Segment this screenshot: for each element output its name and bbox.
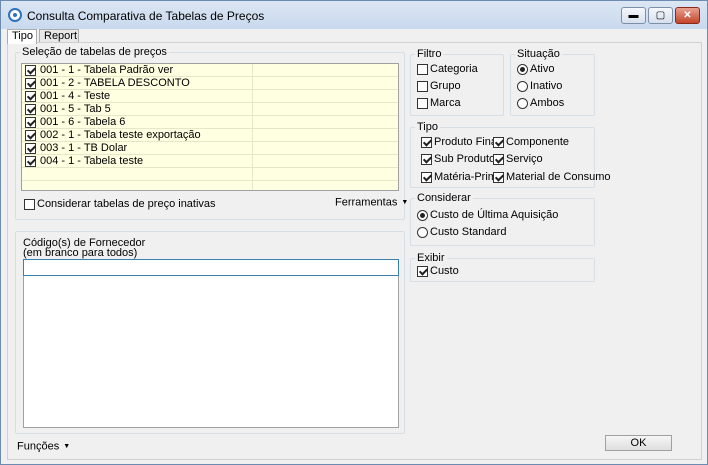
situacao-label: Situação <box>515 48 562 60</box>
materia-prima-checkbox[interactable] <box>421 172 432 183</box>
price-table-label: 001 - 5 - Tab 5 <box>40 103 111 115</box>
categoria-label: Categoria <box>430 63 478 75</box>
price-table-label: 001 - 1 - Tabela Padrão ver <box>40 64 174 76</box>
sub-produto-label: Sub Produto <box>434 153 496 165</box>
chevron-down-icon: ▼ <box>401 199 409 206</box>
price-tables-label: Seleção de tabelas de preços <box>20 46 169 58</box>
price-table-label: 001 - 4 - Teste <box>40 90 111 102</box>
ambos-radio[interactable] <box>517 98 528 109</box>
custo-standard-radio[interactable] <box>417 227 428 238</box>
price-table-label: 001 - 2 - TABELA DESCONTO <box>40 77 190 89</box>
inactive-tables-label: Considerar tabelas de preço inativas <box>37 198 216 210</box>
filtro-label: Filtro <box>415 48 444 60</box>
categoria-checkbox[interactable] <box>417 64 428 75</box>
functions-menu-button[interactable]: Funções ▼ <box>17 440 70 453</box>
price-tables-list[interactable]: 001 - 1 - Tabela Padrão ver 001 - 2 - TA… <box>21 63 399 191</box>
price-table-label: 001 - 6 - Tabela 6 <box>40 116 126 128</box>
custo-ultima-aquisicao-label: Custo de Última Aquisição <box>430 209 559 221</box>
material-consumo-checkbox[interactable] <box>493 172 504 183</box>
tools-menu-button[interactable]: Ferramentas ▼ <box>335 196 408 209</box>
main-window: Consulta Comparativa de Tabelas de Preço… <box>0 0 708 465</box>
list-item[interactable]: 001 - 6 - Tabela 6 <box>22 116 398 129</box>
list-item[interactable]: 003 - 1 - TB Dolar <box>22 142 398 155</box>
custo-label: Custo <box>430 265 459 277</box>
sub-produto-checkbox[interactable] <box>421 154 432 165</box>
custo-standard-label: Custo Standard <box>430 226 507 238</box>
tab-report[interactable]: Report <box>39 29 79 43</box>
ok-button[interactable]: OK <box>605 435 672 451</box>
considerar-label: Considerar <box>415 192 473 204</box>
ambos-label: Ambos <box>530 97 565 109</box>
inactive-tables-checkbox[interactable] <box>24 199 35 210</box>
supplier-list[interactable] <box>23 276 399 428</box>
checkbox-price-table[interactable] <box>25 91 36 102</box>
list-item[interactable]: 004 - 1 - Tabela teste <box>22 155 398 168</box>
grupo-checkbox[interactable] <box>417 81 428 92</box>
checkbox-price-table[interactable] <box>25 104 36 115</box>
minimize-button[interactable]: ▬ <box>621 7 646 24</box>
checkbox-price-table[interactable] <box>25 143 36 154</box>
checkbox-price-table[interactable] <box>25 156 36 167</box>
list-item[interactable]: 002 - 1 - Tabela teste exportação <box>22 129 398 142</box>
grupo-label: Grupo <box>430 80 461 92</box>
checkbox-price-table[interactable] <box>25 65 36 76</box>
servico-label: Serviço <box>506 153 543 165</box>
marca-label: Marca <box>430 97 461 109</box>
produto-final-checkbox[interactable] <box>421 137 432 148</box>
chevron-down-icon: ▼ <box>63 443 71 450</box>
tab-panel-tipo: Seleção de tabelas de preços 001 - 1 - T… <box>7 42 702 460</box>
list-item-empty <box>22 168 398 181</box>
checkbox-price-table[interactable] <box>25 130 36 141</box>
servico-checkbox[interactable] <box>493 154 504 165</box>
material-consumo-label: Material de Consumo <box>506 171 611 183</box>
maximize-button[interactable]: ▢ <box>648 7 673 24</box>
checkbox-price-table[interactable] <box>25 117 36 128</box>
title-bar[interactable]: Consulta Comparativa de Tabelas de Preço… <box>1 1 707 29</box>
price-table-label: 004 - 1 - Tabela teste <box>40 155 144 167</box>
inativo-radio[interactable] <box>517 81 528 92</box>
price-table-label: 003 - 1 - TB Dolar <box>40 142 128 154</box>
ativo-label: Ativo <box>530 63 555 75</box>
checkbox-price-table[interactable] <box>25 78 36 89</box>
componente-label: Componente <box>506 136 569 148</box>
list-item[interactable]: 001 - 2 - TABELA DESCONTO <box>22 77 398 90</box>
price-table-label: 002 - 1 - Tabela teste exportação <box>40 129 201 141</box>
supplier-input[interactable] <box>23 259 399 276</box>
inativo-label: Inativo <box>530 80 563 92</box>
app-icon <box>8 8 22 22</box>
exibir-label: Exibir <box>415 252 447 264</box>
list-item[interactable]: 001 - 1 - Tabela Padrão ver <box>22 64 398 77</box>
tipo-label: Tipo <box>415 121 440 133</box>
custo-checkbox[interactable] <box>417 266 428 277</box>
custo-ultima-aquisicao-radio[interactable] <box>417 210 428 221</box>
ativo-radio[interactable] <box>517 64 528 75</box>
list-item[interactable]: 001 - 5 - Tab 5 <box>22 103 398 116</box>
list-item[interactable]: 001 - 4 - Teste <box>22 90 398 103</box>
marca-checkbox[interactable] <box>417 98 428 109</box>
window-title: Consulta Comparativa de Tabelas de Preço… <box>27 9 265 23</box>
tab-tipo[interactable]: Tipo <box>7 29 37 44</box>
produto-final-label: Produto Final <box>434 136 500 148</box>
tools-label: Ferramentas <box>335 196 398 209</box>
close-button[interactable]: ✕ <box>675 7 700 24</box>
componente-checkbox[interactable] <box>493 137 504 148</box>
functions-label: Funções <box>17 440 60 453</box>
